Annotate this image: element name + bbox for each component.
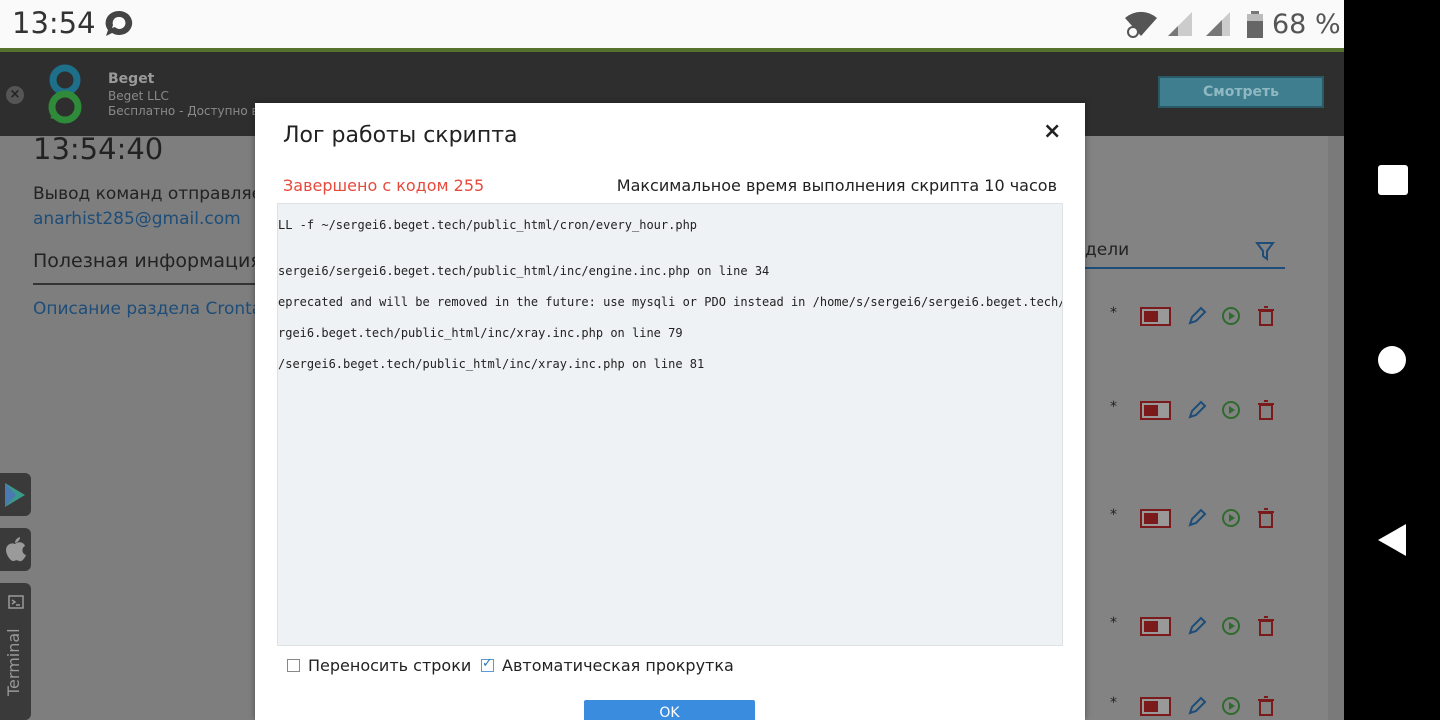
edit-icon[interactable] xyxy=(1186,507,1208,533)
cmd-output-text: Вывод команд отправляется xyxy=(33,184,292,204)
week-column-header: дели xyxy=(1085,240,1130,260)
modal-title: Лог работы скрипта xyxy=(283,123,518,148)
cron-schedule: * xyxy=(1110,507,1117,523)
signal-icon xyxy=(1166,10,1194,42)
task-toggle[interactable] xyxy=(1140,697,1171,716)
run-icon[interactable] xyxy=(1220,305,1242,331)
terminal-icon xyxy=(8,595,24,609)
chat-notification-icon xyxy=(103,9,135,43)
run-icon[interactable] xyxy=(1220,507,1242,533)
cron-schedule: * xyxy=(1110,305,1117,321)
google-play-icon xyxy=(5,483,25,507)
terminal-tab[interactable]: Terminal xyxy=(0,583,31,720)
filter-icon[interactable] xyxy=(1255,241,1275,265)
run-icon[interactable] xyxy=(1220,695,1242,720)
android-nav-bar xyxy=(1344,0,1440,720)
log-output[interactable]: LL -f ~/sergei6.beget.tech/public_html/c… xyxy=(277,203,1063,646)
max-execution-time: Максимальное время выполнения скрипта 10… xyxy=(616,176,1057,195)
banner-developer: Beget LLC xyxy=(108,89,169,103)
google-play-tab[interactable] xyxy=(0,473,31,516)
beget-logo-icon xyxy=(42,62,88,130)
home-button[interactable] xyxy=(1378,346,1406,374)
crontab-description-link[interactable]: Описание раздела Crontab xyxy=(33,299,273,319)
log-line: rgei6.beget.tech/public_html/inc/xray.in… xyxy=(278,326,683,340)
banner-price: Бесплатно - Доступно в Google Play xyxy=(108,104,256,118)
cron-schedule: * xyxy=(1110,615,1117,631)
run-icon[interactable] xyxy=(1220,615,1242,641)
edit-icon[interactable] xyxy=(1186,695,1208,720)
log-line: /sergei6.beget.tech/public_html/inc/xray… xyxy=(278,357,705,371)
back-button[interactable] xyxy=(1376,523,1408,561)
status-time: 13:54 xyxy=(12,6,96,40)
log-line: eprecated and will be removed in the fut… xyxy=(278,295,1063,309)
cron-task-row: * xyxy=(1110,507,1280,531)
wrap-lines-label: Переносить строки xyxy=(308,656,472,675)
delete-icon[interactable] xyxy=(1255,695,1277,720)
log-line: LL -f ~/sergei6.beget.tech/public_html/c… xyxy=(278,218,698,232)
battery-percent: 68 % xyxy=(1272,9,1341,40)
view-app-button[interactable]: Смотреть xyxy=(1158,76,1324,108)
app-store-tab[interactable] xyxy=(0,528,31,571)
apple-icon xyxy=(6,537,26,562)
task-toggle[interactable] xyxy=(1140,307,1171,326)
edit-icon[interactable] xyxy=(1186,305,1208,331)
status-bar: 13:54 68 % xyxy=(0,0,1344,48)
cron-task-row: * xyxy=(1110,615,1280,639)
auto-scroll-option[interactable]: Автоматическая прокрутка xyxy=(481,656,734,675)
recent-apps-button[interactable] xyxy=(1378,165,1408,195)
banner-close-icon[interactable]: × xyxy=(6,86,24,104)
modal-close-icon[interactable]: × xyxy=(1043,119,1061,144)
cron-schedule: * xyxy=(1110,695,1117,711)
week-header-underline xyxy=(1085,267,1285,269)
log-line: sergei6/sergei6.beget.tech/public_html/i… xyxy=(278,264,770,278)
banner-app-name: Beget xyxy=(108,71,155,87)
page-scrollbar[interactable] xyxy=(1328,136,1344,720)
cron-task-row: * xyxy=(1110,399,1280,423)
wifi-icon xyxy=(1124,10,1158,42)
ok-button[interactable]: OK xyxy=(584,700,755,720)
edit-icon[interactable] xyxy=(1186,399,1208,425)
task-toggle[interactable] xyxy=(1140,617,1171,636)
heading-divider xyxy=(33,283,255,285)
email-link[interactable]: anarhist285@gmail.com xyxy=(33,209,241,229)
run-icon[interactable] xyxy=(1220,399,1242,425)
edit-icon[interactable] xyxy=(1186,615,1208,641)
terminal-label: Terminal xyxy=(4,628,23,696)
delete-icon[interactable] xyxy=(1255,507,1277,533)
auto-scroll-label: Автоматическая прокрутка xyxy=(502,656,734,675)
exit-code-status: Завершено с кодом 255 xyxy=(283,176,485,195)
useful-info-heading: Полезная информация xyxy=(33,250,262,272)
delete-icon[interactable] xyxy=(1255,615,1277,641)
task-toggle[interactable] xyxy=(1140,509,1171,528)
delete-icon[interactable] xyxy=(1255,399,1277,425)
cron-task-row: * xyxy=(1110,305,1280,329)
server-clock: 13:54:40 xyxy=(33,132,164,166)
script-log-modal: Лог работы скрипта × Завершено с кодом 2… xyxy=(255,103,1085,720)
cron-task-row: * xyxy=(1110,695,1280,719)
auto-scroll-checkbox[interactable] xyxy=(481,656,494,672)
battery-icon xyxy=(1246,11,1264,43)
cron-schedule: * xyxy=(1110,399,1117,415)
delete-icon[interactable] xyxy=(1255,305,1277,331)
wrap-lines-checkbox[interactable] xyxy=(287,659,300,672)
wrap-lines-option[interactable]: Переносить строки xyxy=(287,656,471,675)
task-toggle[interactable] xyxy=(1140,401,1171,420)
signal-icon-2 xyxy=(1204,10,1232,42)
